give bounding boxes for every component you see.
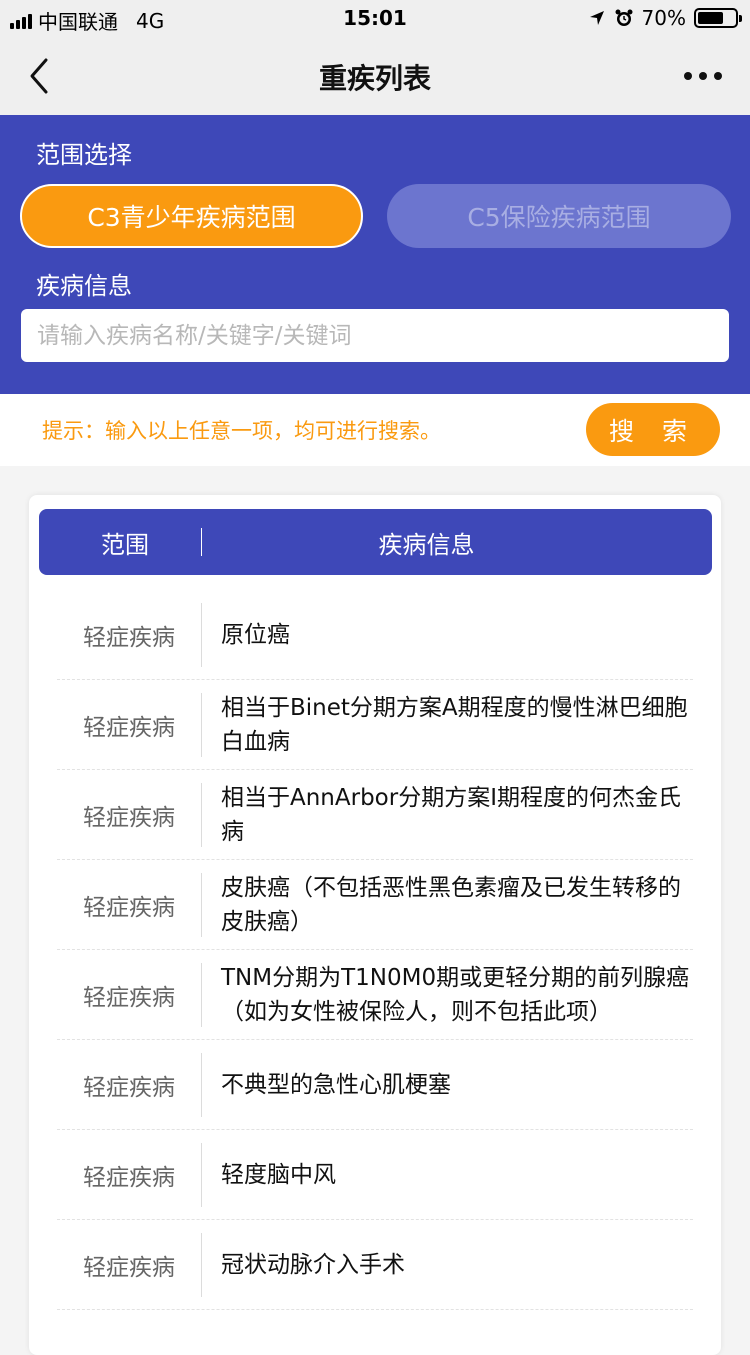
search-button[interactable]: 搜 索 <box>586 403 720 456</box>
table-row[interactable]: 轻症疾病 轻度脑中风 <box>57 1130 693 1220</box>
battery-percent: 70% <box>641 6 686 30</box>
table-row[interactable]: 轻症疾病 不典型的急性心肌梗塞 <box>57 1040 693 1130</box>
search-hint: 提示：输入以上任意一项，均可进行搜索。 <box>42 419 441 443</box>
row-category: 轻症疾病 <box>83 1255 175 1281</box>
battery-icon <box>694 8 742 28</box>
header-divider <box>201 528 202 556</box>
row-category: 轻症疾病 <box>83 985 175 1011</box>
range-option-c5[interactable]: C5保险疾病范围 <box>387 184 731 248</box>
row-disease-name: 相当于Binet分期方案A期程度的慢性淋巴细胞白血病 <box>221 695 688 755</box>
disease-info-label: 疾病信息 <box>36 272 132 300</box>
more-dot-icon <box>699 72 707 80</box>
more-dot-icon <box>714 72 722 80</box>
table-body: 轻症疾病 原位癌 轻症疾病 相当于Binet分期方案A期程度的慢性淋巴细胞白血病 轻症疾… <box>57 590 693 1310</box>
row-divider <box>201 1233 202 1297</box>
row-divider <box>201 963 202 1027</box>
row-disease-name: 原位癌 <box>221 622 290 648</box>
row-disease-name: 相当于AnnArbor分期方案I期程度的何杰金氏病 <box>221 785 681 845</box>
range-option-c3[interactable]: C3青少年疾病范围 <box>20 184 363 248</box>
alarm-icon <box>615 9 633 26</box>
row-category: 轻症疾病 <box>83 805 175 831</box>
status-right: 70% <box>588 6 742 30</box>
row-disease-name: 不典型的急性心肌梗塞 <box>221 1072 451 1098</box>
row-disease-name: TNM分期为T1N0M0期或更轻分期的前列腺癌（如为女性被保险人，则不包括此项） <box>221 965 690 1025</box>
more-button[interactable] <box>684 72 722 80</box>
more-dot-icon <box>684 72 692 80</box>
row-disease-name: 轻度脑中风 <box>221 1162 336 1188</box>
row-disease-name: 冠状动脉介入手术 <box>221 1252 405 1278</box>
header-disease-info: 疾病信息 <box>378 530 475 559</box>
row-category: 轻症疾病 <box>83 895 175 921</box>
back-button[interactable] <box>24 54 64 98</box>
filter-panel: 范围选择 C3青少年疾病范围 C5保险疾病范围 疾病信息 <box>0 115 750 394</box>
row-disease-name: 皮肤癌（不包括恶性黑色素瘤及已发生转移的皮肤癌） <box>221 875 681 935</box>
table-row[interactable]: 轻症疾病 相当于Binet分期方案A期程度的慢性淋巴细胞白血病 <box>57 680 693 770</box>
row-divider <box>201 1143 202 1207</box>
row-category: 轻症疾病 <box>83 1165 175 1191</box>
table-row[interactable]: 轻症疾病 相当于AnnArbor分期方案I期程度的何杰金氏病 <box>57 770 693 860</box>
search-input[interactable] <box>21 309 729 362</box>
location-icon <box>589 11 604 25</box>
page-title: 重疾列表 <box>318 61 431 95</box>
nav-bar: 重疾列表 <box>0 38 750 115</box>
row-category: 轻症疾病 <box>83 625 175 651</box>
hint-bar: 提示：输入以上任意一项，均可进行搜索。 搜 索 <box>0 394 750 466</box>
range-label: 范围选择 <box>36 141 132 169</box>
table-row[interactable]: 轻症疾病 原位癌 <box>57 590 693 680</box>
row-category: 轻症疾病 <box>83 715 175 741</box>
row-divider <box>201 693 202 757</box>
row-divider <box>201 1053 202 1117</box>
row-divider <box>201 603 202 667</box>
table-row[interactable]: 轻症疾病 冠状动脉介入手术 <box>57 1220 693 1310</box>
row-divider <box>201 783 202 847</box>
chevron-left-icon <box>30 58 48 94</box>
row-divider <box>201 873 202 937</box>
status-bar: 中国联通 4G 15:01 70% <box>0 0 750 38</box>
battery-level <box>698 12 724 24</box>
table-row[interactable]: 轻症疾病 皮肤癌（不包括恶性黑色素瘤及已发生转移的皮肤癌） <box>57 860 693 950</box>
table-row[interactable]: 轻症疾病 TNM分期为T1N0M0期或更轻分期的前列腺癌（如为女性被保险人，则不包… <box>57 950 693 1040</box>
header-range: 范围 <box>101 530 149 559</box>
table-header: 范围 疾病信息 <box>39 509 712 575</box>
disease-table-card: 范围 疾病信息 轻症疾病 原位癌 轻症疾病 相当于Binet分期方案A期程度的慢性淋巴… <box>29 495 721 1355</box>
row-category: 轻症疾病 <box>83 1075 175 1101</box>
